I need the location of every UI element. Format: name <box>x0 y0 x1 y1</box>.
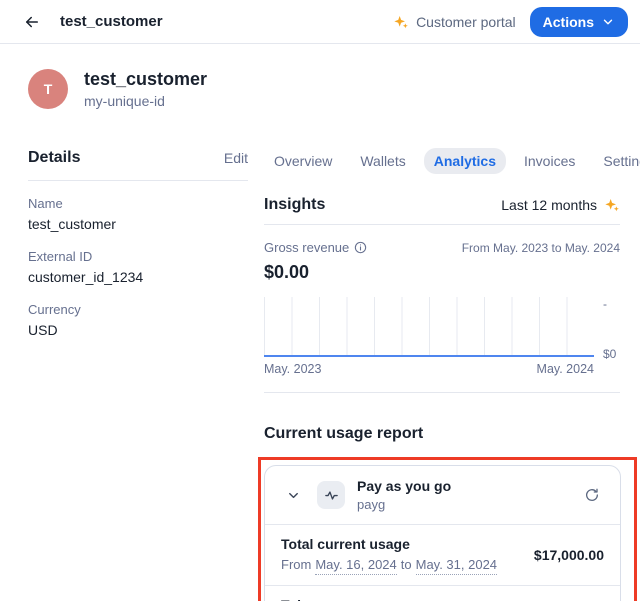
total-usage-amount: $17,000.00 <box>534 547 604 563</box>
details-panel: Details Edit Name test_customer External… <box>28 146 248 601</box>
activity-pulse-icon <box>324 488 339 503</box>
field-value: USD <box>28 321 248 340</box>
chart-plot-area <box>264 297 594 357</box>
refresh-icon <box>584 487 600 503</box>
details-divider <box>28 180 248 181</box>
detail-field-currency: Currency USD <box>28 301 248 340</box>
x-tick-start: May. 2023 <box>264 362 321 376</box>
usage-report-title: Current usage report <box>264 425 620 443</box>
details-title: Details <box>28 149 80 167</box>
field-label: External ID <box>28 248 248 265</box>
top-bar: test_customer Customer portal Actions <box>0 0 640 44</box>
customer-profile-header: T test_customer my-unique-id <box>0 44 640 110</box>
total-usage-row: Total current usage From May. 16, 2024 t… <box>265 525 620 585</box>
tab-overview[interactable]: Overview <box>264 148 342 174</box>
chevron-down-icon <box>286 488 301 503</box>
field-value: customer_id_1234 <box>28 268 248 287</box>
revenue-zero-line <box>264 355 594 357</box>
usage-item-row: Tokens openai_tokens <box>265 586 620 601</box>
y-tick-top: - <box>603 297 607 311</box>
gross-revenue-value: $0.00 <box>264 262 620 283</box>
period-end-date[interactable]: May. 31, 2024 <box>416 556 497 575</box>
field-value: test_customer <box>28 215 248 234</box>
customer-external-uid: my-unique-id <box>84 92 207 110</box>
detail-field-name: Name test_customer <box>28 195 248 234</box>
customer-portal-label: Customer portal <box>416 14 516 30</box>
edit-button[interactable]: Edit <box>224 150 248 166</box>
y-tick-bottom: $0 <box>603 347 616 361</box>
back-arrow-icon <box>23 13 41 31</box>
period-label: Last 12 months <box>501 197 597 213</box>
avatar-initial: T <box>44 81 53 97</box>
actions-button[interactable]: Actions <box>530 7 628 37</box>
back-button[interactable] <box>20 10 44 34</box>
plan-chip <box>317 481 345 509</box>
tab-settings[interactable]: Settings <box>593 148 640 174</box>
customer-portal-button[interactable]: Customer portal <box>393 14 516 30</box>
tab-invoices[interactable]: Invoices <box>514 148 585 174</box>
tab-wallets[interactable]: Wallets <box>350 148 415 174</box>
total-usage-period: From May. 16, 2024 to May. 31, 2024 <box>281 556 497 575</box>
insights-title: Insights <box>264 196 325 214</box>
detail-field-external-id: External ID customer_id_1234 <box>28 248 248 287</box>
field-label: Name <box>28 195 248 212</box>
gross-revenue-label: Gross revenue <box>264 240 349 255</box>
section-divider <box>264 392 620 393</box>
period-to-word: to <box>401 556 412 575</box>
plan-code: payg <box>357 496 568 513</box>
tab-analytics[interactable]: Analytics <box>424 148 506 174</box>
period-start-date[interactable]: May. 16, 2024 <box>315 556 396 575</box>
total-usage-label: Total current usage <box>281 535 497 553</box>
plan-name: Pay as you go <box>357 477 568 495</box>
chevron-down-icon <box>601 15 615 29</box>
usage-item-name: Tokens <box>281 596 604 601</box>
gross-revenue-chart: - $0 May. 2023 May. 2024 <box>264 297 620 376</box>
insights-divider <box>264 224 620 225</box>
field-label: Currency <box>28 301 248 318</box>
period-selector[interactable]: Last 12 months <box>501 197 620 213</box>
expand-collapse-button[interactable] <box>281 483 305 507</box>
sparkle-icon <box>604 197 620 213</box>
actions-label: Actions <box>543 14 594 30</box>
info-icon[interactable] <box>354 241 367 254</box>
customer-name: test_customer <box>84 68 207 90</box>
annotation-highlight-box: Pay as you go payg Total current usage <box>258 457 637 601</box>
page-title: test_customer <box>60 13 163 30</box>
avatar: T <box>28 69 68 109</box>
refresh-button[interactable] <box>580 483 604 507</box>
date-range-label: From May. 2023 to May. 2024 <box>462 240 620 255</box>
usage-plan-card: Pay as you go payg Total current usage <box>264 465 621 601</box>
plan-header-row: Pay as you go payg <box>265 466 620 524</box>
x-tick-end: May. 2024 <box>537 362 594 376</box>
period-from-word: From <box>281 556 311 575</box>
tab-bar: Overview Wallets Analytics Invoices Sett… <box>264 148 620 174</box>
sparkle-icon <box>393 14 409 30</box>
gross-revenue-label-row: Gross revenue <box>264 240 367 255</box>
